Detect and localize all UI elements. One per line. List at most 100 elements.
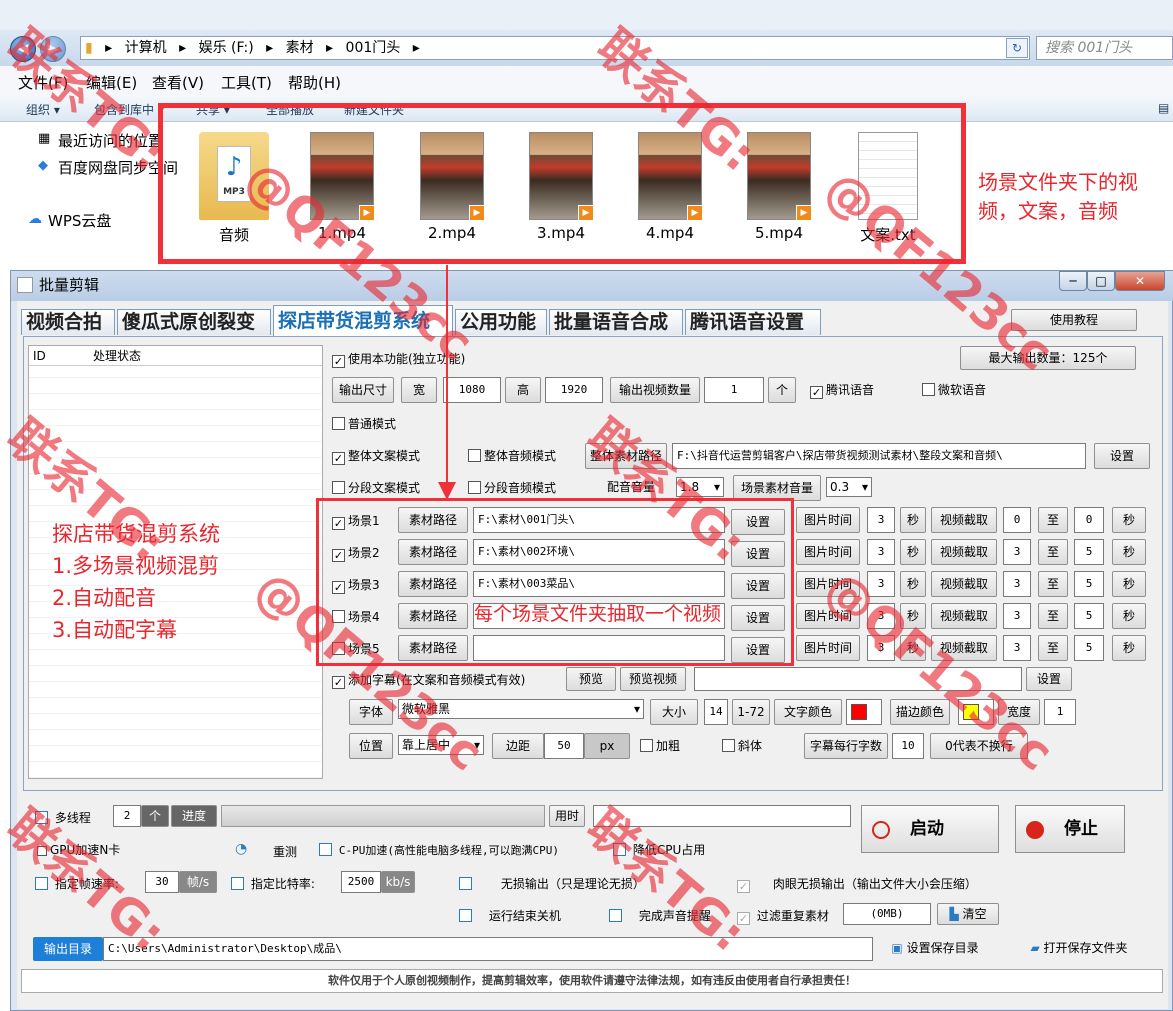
text-color-button[interactable]: 文字颜色: [774, 699, 842, 725]
fps-checkbox[interactable]: 指定帧速率:: [35, 877, 119, 891]
nav-item-wps[interactable]: WPS云盘: [48, 210, 111, 231]
cmd-organize[interactable]: 组织 ▾: [26, 101, 60, 118]
output-count-button[interactable]: 输出视频数量: [610, 377, 700, 403]
stroke-color-picker[interactable]: [958, 699, 994, 725]
bitrate-checkbox[interactable]: 指定比特率:: [231, 877, 315, 891]
cmd-include-library[interactable]: 包含到库中 ▾: [94, 101, 164, 118]
whole-path-button[interactable]: 整体素材路径: [585, 443, 667, 469]
view-options-icon[interactable]: ▤: [1158, 101, 1169, 115]
preview-button[interactable]: 预览: [566, 667, 616, 691]
width-button[interactable]: 宽: [401, 377, 437, 403]
close-button[interactable]: ✕: [1115, 271, 1165, 291]
clip-button[interactable]: 视频截取: [931, 603, 997, 629]
normal-mode-checkbox[interactable]: 普通模式: [332, 417, 396, 431]
scene-volume-select[interactable]: 0.3: [826, 477, 872, 497]
whole-path-input[interactable]: F:\抖音代运营剪辑客户\探店带货视频测试素材\整段文案和音频\: [672, 443, 1086, 469]
pic-time-button[interactable]: 图片时间: [796, 507, 860, 533]
tutorial-button[interactable]: 使用教程: [1011, 309, 1137, 331]
pic-time-input[interactable]: 3: [867, 635, 895, 661]
size-input[interactable]: 14: [704, 699, 728, 725]
whole-text-checkbox[interactable]: ✓ 整体文案模式: [332, 449, 420, 465]
clip-start-input[interactable]: 3: [1003, 571, 1031, 597]
subtitle-set-button[interactable]: 设置: [1026, 667, 1072, 691]
breadcrumb-material[interactable]: 素材: [286, 40, 314, 56]
pic-time-input[interactable]: 3: [867, 507, 895, 533]
pic-time-input[interactable]: 3: [867, 603, 895, 629]
clip-end-input[interactable]: 5: [1074, 603, 1104, 629]
text-color-picker[interactable]: [846, 699, 882, 725]
tab-batch-voice[interactable]: 批量语音合成: [549, 309, 683, 335]
subtitle-path-input[interactable]: [694, 667, 1022, 691]
menu-file[interactable]: 文件(F): [18, 72, 68, 93]
breadcrumb-current[interactable]: 001门头: [346, 40, 401, 56]
output-size-button[interactable]: 输出尺寸: [332, 377, 394, 403]
output-count-unit[interactable]: 个: [768, 377, 796, 403]
breadcrumb-drive[interactable]: 娱乐 (F:): [199, 40, 254, 56]
seg-text-checkbox[interactable]: 分段文案模式: [332, 481, 420, 495]
stroke-width-button[interactable]: 宽度: [998, 699, 1040, 725]
per-line-button[interactable]: 字幕每行字数: [804, 733, 888, 759]
clip-start-input[interactable]: 3: [1003, 539, 1031, 565]
whole-audio-checkbox[interactable]: 整体音频模式: [468, 449, 556, 463]
tab-video-collab[interactable]: 视频合拍: [21, 309, 115, 335]
clip-button[interactable]: 视频截取: [931, 507, 997, 533]
breadcrumb-computer[interactable]: 计算机: [125, 40, 167, 56]
eye-lossless-checkbox[interactable]: ✓ 肉眼无损输出（输出文件大小会压缩）: [737, 877, 977, 893]
filter-checkbox[interactable]: ✓ 过滤重复素材: [737, 909, 829, 925]
menu-view[interactable]: 查看(V): [152, 72, 204, 93]
tab-common[interactable]: 公用功能: [455, 309, 547, 335]
cpu-checkbox[interactable]: C-PU加速(高性能电脑多线程,可以跑满CPU): [319, 843, 559, 858]
pic-time-button[interactable]: 图片时间: [796, 571, 860, 597]
seg-audio-checkbox[interactable]: 分段音频模式: [468, 481, 556, 495]
position-button[interactable]: 位置: [349, 733, 393, 759]
max-output-button[interactable]: 最大输出数量：125个: [960, 346, 1136, 370]
margin-input[interactable]: 50: [544, 733, 584, 759]
clip-start-input[interactable]: 0: [1003, 507, 1031, 533]
minimize-button[interactable]: ─: [1059, 271, 1087, 291]
clip-end-input[interactable]: 0: [1074, 507, 1104, 533]
clip-start-input[interactable]: 3: [1003, 603, 1031, 629]
thread-count-input[interactable]: 2: [113, 805, 141, 827]
position-select[interactable]: 靠上居中: [398, 735, 484, 755]
clip-end-input[interactable]: 5: [1074, 539, 1104, 565]
italic-checkbox[interactable]: 斜体: [722, 739, 762, 753]
per-line-input[interactable]: 10: [892, 733, 924, 759]
stroke-color-button[interactable]: 描边颜色: [890, 699, 950, 725]
dub-volume-select[interactable]: 1.8: [676, 477, 724, 497]
font-select[interactable]: 微软雅黑: [398, 699, 644, 719]
stroke-width-input[interactable]: 1: [1044, 699, 1076, 725]
tab-store-mix[interactable]: 探店带货混剪系统: [273, 305, 453, 336]
refresh-icon[interactable]: ↻: [1006, 38, 1028, 58]
recheck-link[interactable]: 重测: [273, 843, 297, 860]
pic-time-button[interactable]: 图片时间: [796, 539, 860, 565]
clip-end-input[interactable]: 5: [1074, 571, 1104, 597]
tencent-voice-checkbox[interactable]: ✓ 腾讯语音: [810, 383, 874, 399]
output-count-input[interactable]: 1: [704, 377, 764, 403]
output-dir-input[interactable]: C:\Users\Administrator\Desktop\成品\: [103, 937, 873, 961]
pic-time-input[interactable]: 3: [867, 571, 895, 597]
menu-edit[interactable]: 编辑(E): [86, 72, 137, 93]
subtitle-checkbox[interactable]: ✓ 添加字幕(在文案和音频模式有效): [332, 673, 525, 689]
height-button[interactable]: 高: [505, 377, 541, 403]
clip-button[interactable]: 视频截取: [931, 571, 997, 597]
pic-time-button[interactable]: 图片时间: [796, 603, 860, 629]
font-button[interactable]: 字体: [349, 699, 393, 725]
back-icon[interactable]: ◀: [10, 36, 36, 62]
whole-path-set-button[interactable]: 设置: [1094, 443, 1150, 469]
menu-tools[interactable]: 工具(T): [221, 72, 272, 93]
width-input[interactable]: 1080: [443, 377, 501, 403]
bold-checkbox[interactable]: 加粗: [640, 739, 680, 753]
tab-tencent-voice[interactable]: 腾讯语音设置: [685, 309, 821, 335]
low-cpu-checkbox[interactable]: 降低CPU占用: [613, 843, 705, 857]
clip-start-input[interactable]: 3: [1003, 635, 1031, 661]
address-field[interactable]: ▮ ▸ 计算机 ▸ 娱乐 (F:) ▸ 素材 ▸ 001门头 ▸ ▾: [80, 36, 1030, 60]
bitrate-input[interactable]: 2500: [341, 871, 381, 893]
maximize-button[interactable]: □: [1087, 271, 1115, 291]
ms-voice-checkbox[interactable]: 微软语音: [922, 383, 986, 397]
lossless-checkbox[interactable]: 无损输出（只是理论无损）: [459, 877, 645, 891]
size-button[interactable]: 大小: [650, 699, 698, 725]
clear-button[interactable]: ▙ 清空: [937, 903, 999, 925]
start-button[interactable]: 启动: [861, 805, 999, 853]
pic-time-input[interactable]: 3: [867, 539, 895, 565]
clip-end-input[interactable]: 5: [1074, 635, 1104, 661]
